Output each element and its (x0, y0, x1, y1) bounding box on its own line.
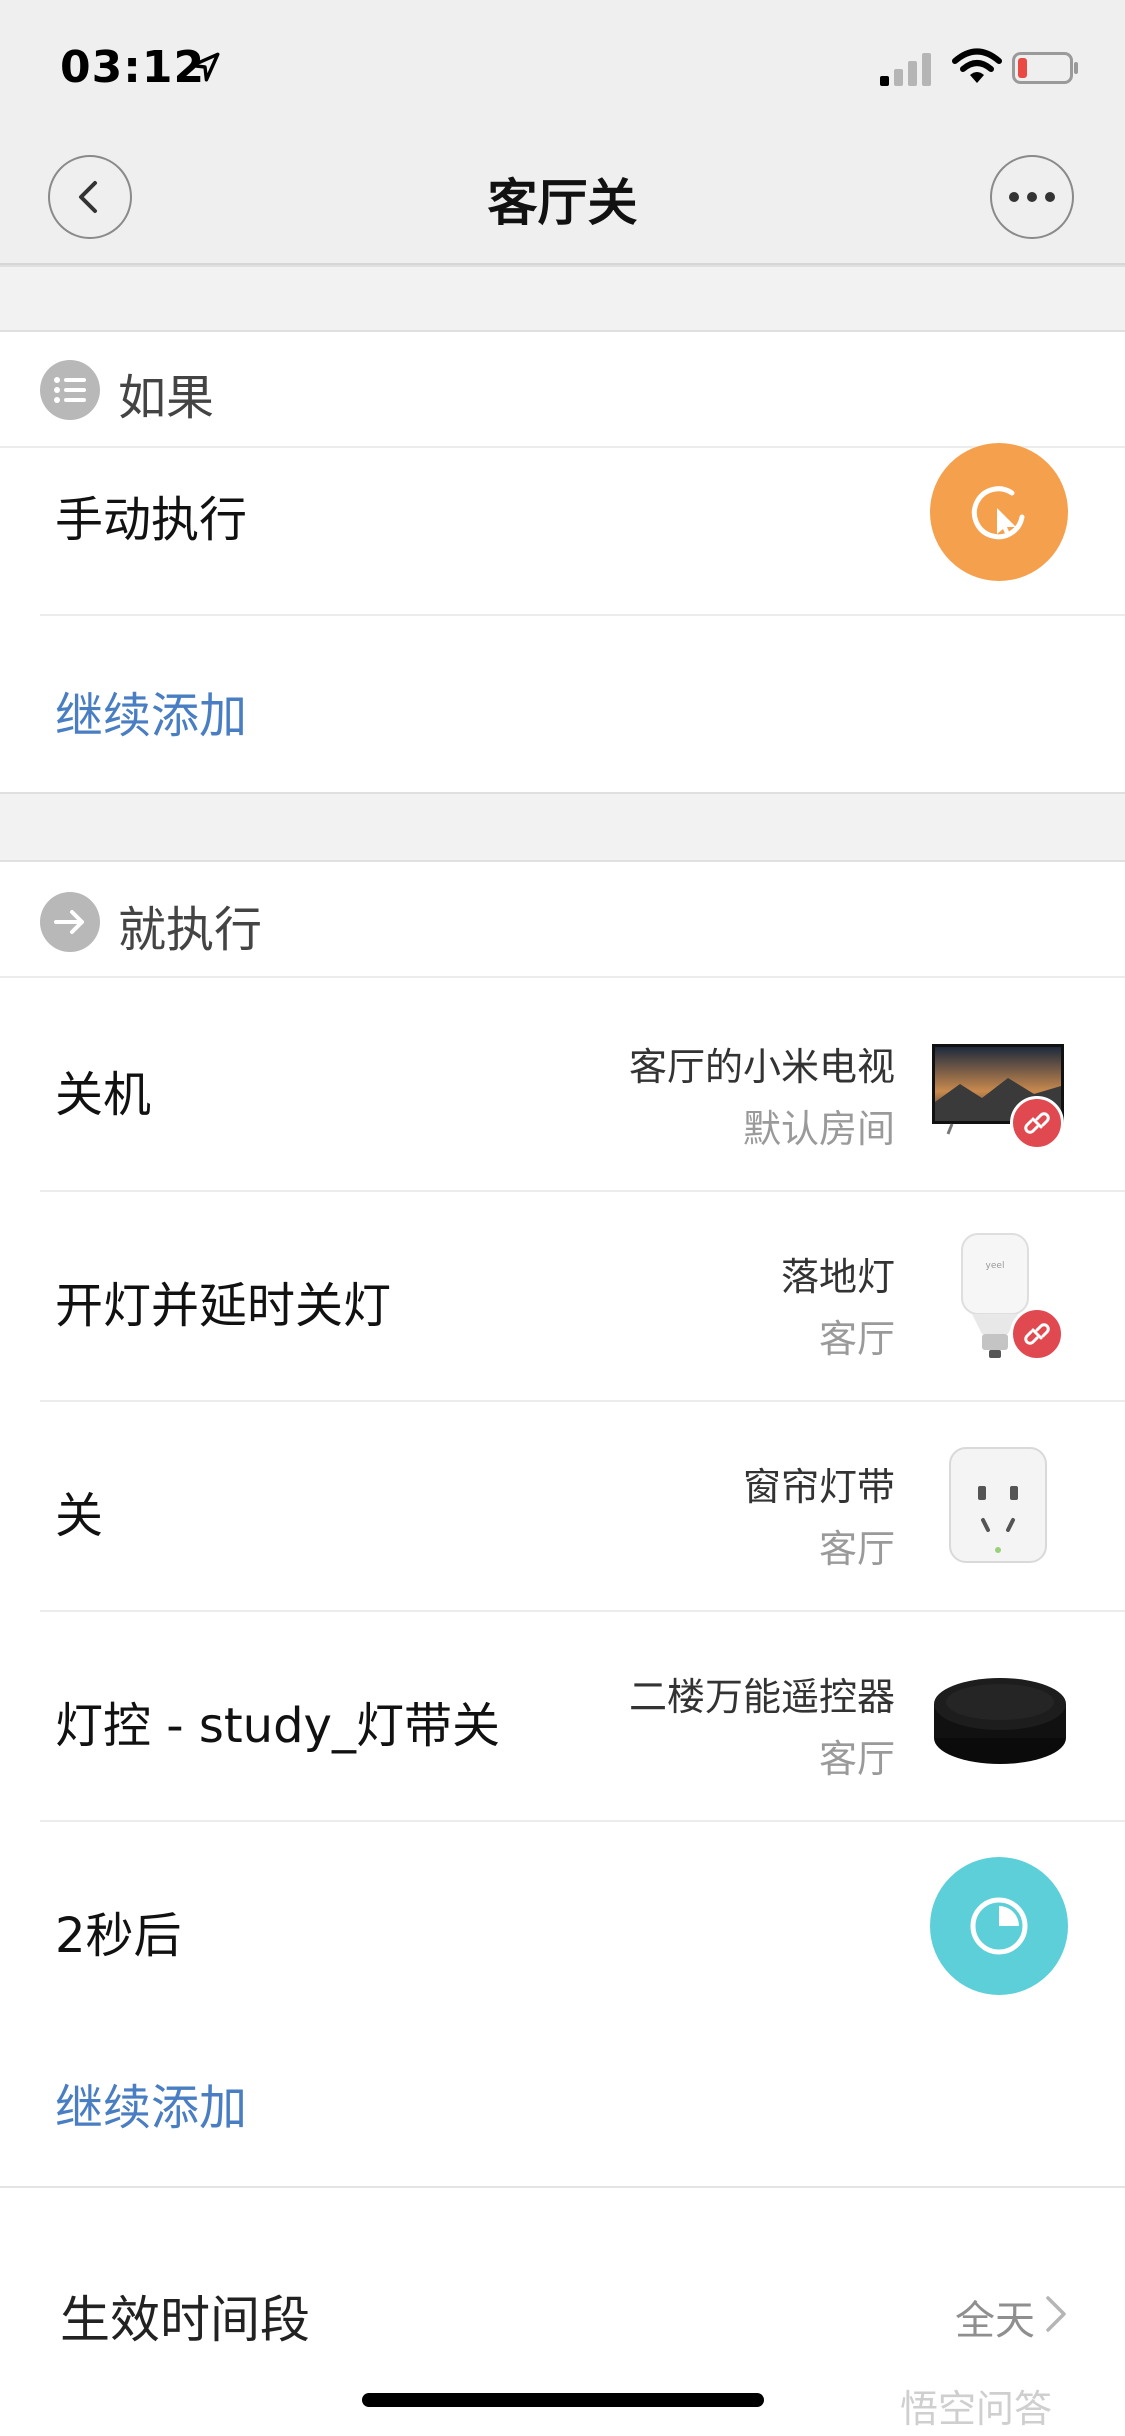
page-title: 客厅关 (487, 174, 638, 232)
list-icon (40, 360, 100, 420)
action-title: 开灯并延时关灯 (55, 1278, 392, 1334)
chevron-right-icon (1046, 2296, 1066, 2332)
action-title: 灯控 - study_灯带关 (55, 1698, 500, 1754)
status-time: 03:12 (60, 42, 206, 93)
smart-plug-icon (949, 1447, 1047, 1563)
manual-execute-icon (930, 443, 1068, 581)
divider (40, 614, 1125, 616)
action-title: 关 (55, 1488, 104, 1544)
watermark-text: 悟空问答 (900, 2387, 1053, 2431)
offline-link-badge-icon (1010, 1307, 1064, 1361)
if-section-label: 如果 (118, 370, 215, 426)
delay-title: 2秒后 (55, 1908, 182, 1964)
divider (0, 2186, 1125, 2188)
home-indicator[interactable] (362, 2393, 764, 2407)
section-gap (0, 265, 1125, 332)
offline-link-badge-icon (1010, 1096, 1064, 1150)
effective-period-value: 全天 (955, 2298, 1035, 2344)
location-arrow-icon (190, 52, 220, 82)
section-gap (0, 792, 1125, 862)
action-title: 关机 (55, 1067, 152, 1123)
device-room: 客厅 (818, 1317, 895, 1361)
effective-period-label: 生效时间段 (60, 2291, 310, 2349)
cellular-signal-icon (880, 53, 931, 86)
device-name: 落地灯 (780, 1255, 895, 1299)
svg-text:yeel: yeel (986, 1261, 1005, 1271)
arrow-right-icon (40, 892, 100, 952)
trigger-title: 手动执行 (55, 492, 248, 548)
device-room: 默认房间 (742, 1107, 895, 1151)
battery-icon (1012, 52, 1078, 84)
more-options-button[interactable] (990, 155, 1074, 239)
if-add-more-link[interactable]: 继续添加 (55, 676, 247, 746)
timer-icon (930, 1857, 1068, 1995)
device-name: 客厅的小米电视 (628, 1045, 895, 1089)
ir-remote-icon (934, 1678, 1066, 1764)
device-room: 客厅 (818, 1527, 895, 1571)
device-room: 客厅 (818, 1737, 895, 1781)
then-add-more-link[interactable]: 继续添加 (55, 2068, 247, 2138)
device-name: 二楼万能遥控器 (628, 1675, 895, 1719)
wifi-icon (952, 48, 1002, 83)
ellipsis-icon (1009, 192, 1055, 202)
then-section-label: 就执行 (118, 902, 263, 958)
device-name: 窗帘灯带 (742, 1465, 895, 1509)
